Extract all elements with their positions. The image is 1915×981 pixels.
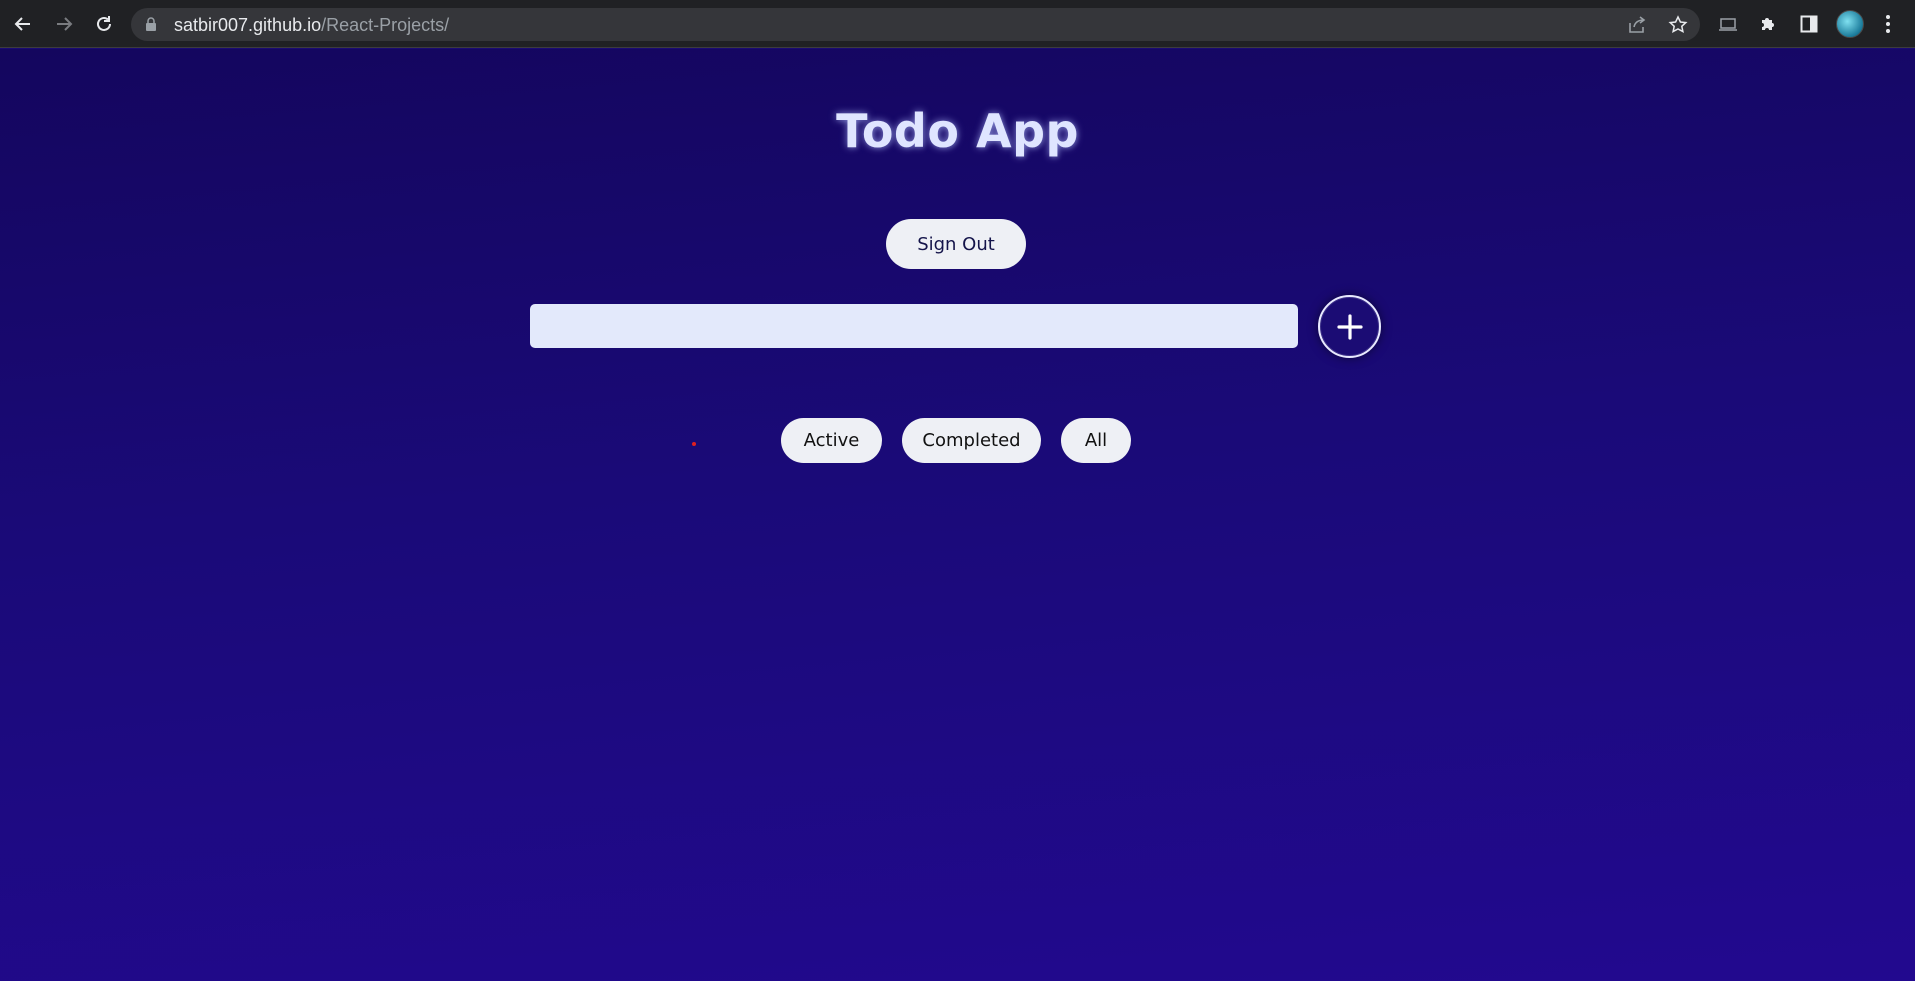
lock-icon [146, 17, 156, 31]
reload-icon [97, 16, 111, 31]
arrow-left-icon [14, 17, 30, 31]
profile-avatar[interactable] [1836, 10, 1864, 38]
sign-out-button[interactable]: Sign Out [886, 219, 1026, 269]
todo-input[interactable] [530, 304, 1298, 348]
back-button[interactable] [9, 10, 37, 38]
side-panel-icon[interactable] [1797, 12, 1821, 36]
browser-toolbar: satbir007.github.io/React-Projects/ [0, 0, 1915, 48]
app-page: Todo App Sign Out Active Completed All [0, 49, 1915, 981]
filter-completed-button[interactable]: Completed [902, 418, 1041, 463]
filter-active-button[interactable]: Active [781, 418, 882, 463]
red-dot-marker [692, 442, 696, 446]
extensions-puzzle-icon[interactable] [1756, 12, 1780, 36]
add-todo-button[interactable] [1318, 295, 1381, 358]
filter-all-button[interactable]: All [1061, 418, 1131, 463]
url-host: satbir007.github.io [174, 15, 322, 35]
reload-button[interactable] [90, 10, 118, 38]
forward-button[interactable] [50, 10, 78, 38]
address-bar[interactable]: satbir007.github.io/React-Projects/ [131, 8, 1700, 41]
page-title: Todo App [836, 104, 1079, 158]
share-icon[interactable] [1625, 13, 1649, 37]
kebab-menu-icon[interactable] [1876, 12, 1900, 36]
arrow-right-icon [57, 17, 73, 31]
plus-icon [1336, 313, 1363, 340]
cast-icon[interactable] [1716, 12, 1740, 36]
url-path: /React-Projects/ [321, 15, 450, 35]
url-text: satbir007.github.io/React-Projects/ [174, 15, 449, 36]
bookmark-star-icon[interactable] [1666, 13, 1690, 37]
